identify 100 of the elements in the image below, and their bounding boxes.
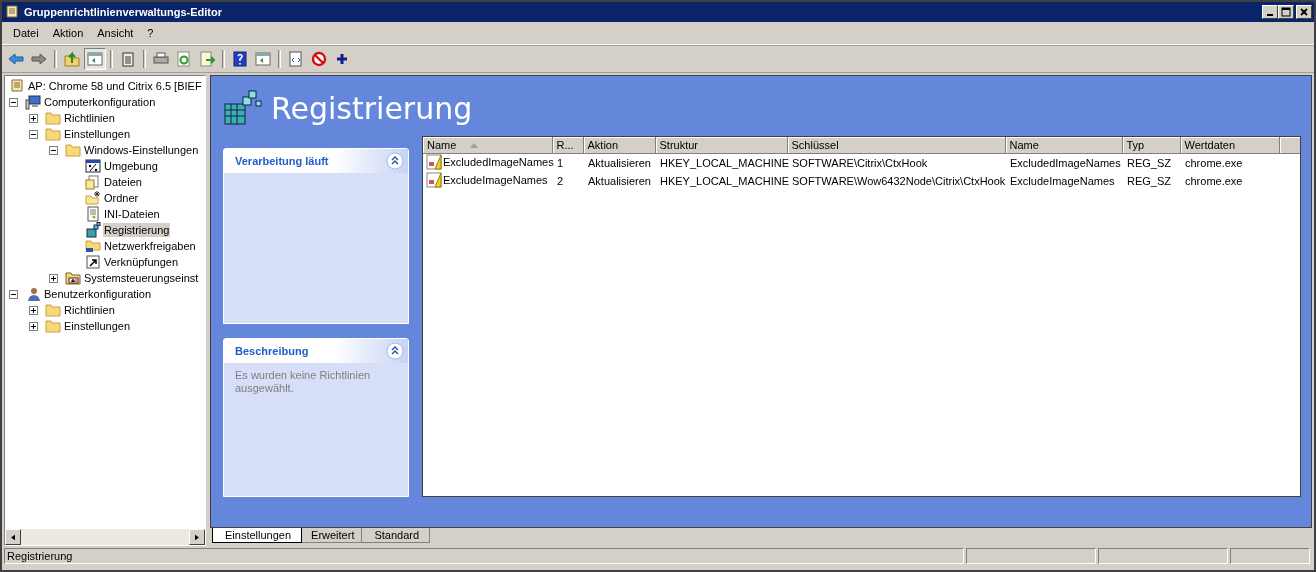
horizontal-scrollbar[interactable] bbox=[5, 529, 205, 545]
description-text: Es wurden keine Richtlinien ausgewählt. bbox=[235, 369, 372, 395]
pane-icon bbox=[87, 51, 103, 67]
status-text: Registrierung bbox=[4, 548, 964, 564]
expand-icon[interactable] bbox=[49, 273, 58, 283]
close-icon bbox=[1299, 7, 1309, 17]
folder-icon bbox=[45, 302, 61, 318]
table-cell: HKEY_LOCAL_MACHINE bbox=[660, 174, 789, 187]
pane-icon bbox=[255, 51, 271, 67]
column-header[interactable]: Typ bbox=[1122, 137, 1180, 153]
cubes-icon bbox=[85, 222, 101, 238]
document-icon bbox=[288, 51, 304, 67]
collapse-icon[interactable] bbox=[386, 342, 404, 360]
menu-item[interactable]: Ansicht bbox=[90, 25, 141, 41]
table-cell: SOFTWARE\Citrix\CtxHook bbox=[792, 156, 928, 169]
tree-item[interactable]: Verknüpfungen bbox=[103, 255, 179, 269]
user-icon bbox=[25, 286, 41, 302]
column-header[interactable]: R... bbox=[552, 137, 583, 153]
table-cell: chrome.exe bbox=[1185, 156, 1243, 169]
collapse-icon[interactable] bbox=[9, 97, 18, 107]
tree-item[interactable]: Benutzerkonfiguration bbox=[43, 287, 152, 301]
plus-icon bbox=[334, 51, 350, 67]
export-icon bbox=[199, 51, 215, 67]
computer-icon bbox=[25, 94, 41, 110]
folder-icon bbox=[45, 318, 61, 334]
page-heading: Registrierung bbox=[271, 90, 473, 126]
column-header[interactable]: Aktion bbox=[583, 137, 655, 153]
minimize-button[interactable] bbox=[1262, 5, 1278, 19]
tree-item[interactable]: Windows-Einstellungen bbox=[83, 143, 200, 157]
card-title: Beschreibung bbox=[235, 345, 309, 357]
percent-icon bbox=[85, 158, 101, 174]
minimize-icon bbox=[1267, 14, 1273, 16]
collapse-icon[interactable] bbox=[29, 129, 38, 139]
expand-icon[interactable] bbox=[29, 305, 38, 315]
tree-item[interactable]: Ordner bbox=[103, 191, 140, 205]
tree-item[interactable]: Richtlinien bbox=[63, 111, 116, 125]
expand-icon[interactable] bbox=[29, 321, 38, 331]
printer-icon bbox=[153, 51, 169, 67]
tree-item[interactable]: AP: Chrome 58 und Citrix 6.5 [BIEF bbox=[27, 79, 203, 93]
folder-icon bbox=[45, 126, 61, 142]
table-cell: SOFTWARE\Wow6432Node\Citrix\CtxHook bbox=[792, 174, 1006, 187]
tree-item[interactable]: Systemsteuerungseinst bbox=[83, 271, 200, 285]
stop-icon bbox=[311, 51, 327, 67]
maximize-icon bbox=[1281, 7, 1291, 17]
tree-item[interactable]: Registrierung bbox=[103, 223, 171, 237]
tree-item[interactable]: Umgebung bbox=[103, 159, 159, 173]
collapse-icon[interactable] bbox=[49, 145, 58, 155]
list-item[interactable]: ExcludedImageNames bbox=[443, 155, 554, 168]
column-header[interactable]: Name bbox=[1005, 137, 1122, 153]
tree-item[interactable]: INI-Dateien bbox=[103, 207, 161, 221]
string-value-icon bbox=[426, 153, 442, 170]
table-cell: ExcludeImageNames bbox=[1010, 174, 1115, 187]
tab[interactable]: Standard bbox=[361, 528, 431, 543]
table-cell: HKEY_LOCAL_MACHINE bbox=[660, 156, 789, 169]
column-header[interactable]: Struktur bbox=[655, 137, 787, 153]
forward-arrow-icon bbox=[31, 51, 47, 67]
card-title: Verarbeitung läuft bbox=[235, 155, 329, 167]
column-header[interactable]: Schlüssel bbox=[787, 137, 1005, 153]
tree-item[interactable]: Dateien bbox=[103, 175, 143, 189]
refresh-icon bbox=[176, 51, 192, 67]
scroll-icon bbox=[9, 78, 25, 94]
maximize-button[interactable] bbox=[1278, 5, 1294, 19]
right-arrow-icon[interactable] bbox=[195, 533, 199, 541]
scroll-icon bbox=[4, 4, 20, 20]
expand-icon[interactable] bbox=[29, 113, 38, 123]
tree-item[interactable]: Einstellungen bbox=[63, 319, 132, 333]
menu-item[interactable]: Aktion bbox=[45, 25, 91, 41]
table-cell: Aktualisieren bbox=[588, 174, 651, 187]
tree-item[interactable]: Einstellungen bbox=[63, 127, 132, 141]
collapse-icon[interactable] bbox=[9, 289, 18, 299]
list-item[interactable]: ExcludeImageNames bbox=[443, 173, 548, 186]
column-header[interactable]: Name bbox=[423, 137, 552, 153]
table-cell: REG_SZ bbox=[1127, 156, 1171, 169]
menu-item[interactable]: Datei bbox=[6, 25, 46, 41]
shortcut-icon bbox=[85, 254, 101, 270]
column-header[interactable]: Wertdaten bbox=[1180, 137, 1279, 153]
folder-icon bbox=[65, 142, 81, 158]
collapse-icon[interactable] bbox=[386, 152, 404, 170]
document-icon bbox=[85, 206, 101, 222]
tab[interactable]: Einstellungen bbox=[212, 528, 303, 543]
sort-arrow-icon bbox=[470, 143, 479, 149]
pane-button[interactable] bbox=[84, 48, 106, 70]
help-icon bbox=[232, 51, 248, 67]
folder-icon bbox=[45, 110, 61, 126]
folder-up-icon bbox=[64, 51, 80, 67]
share-folder-icon bbox=[85, 238, 101, 254]
close-button[interactable] bbox=[1296, 5, 1312, 19]
table-cell: 2 bbox=[557, 174, 564, 187]
left-arrow-icon[interactable] bbox=[11, 533, 15, 541]
clipboard-icon bbox=[120, 51, 136, 67]
table-cell: ExcludedImageNames bbox=[1010, 156, 1121, 169]
tree-item[interactable]: Richtlinien bbox=[63, 303, 116, 317]
table-cell: chrome.exe bbox=[1185, 174, 1243, 187]
string-value-icon bbox=[426, 171, 442, 188]
menu-item[interactable]: ? bbox=[140, 25, 161, 41]
tree-item[interactable]: Netzwerkfreigaben bbox=[103, 239, 197, 253]
folder-icon bbox=[65, 270, 81, 286]
table-cell: REG_SZ bbox=[1127, 174, 1171, 187]
tree-item[interactable]: Computerkonfiguration bbox=[43, 95, 157, 109]
cubes-icon bbox=[223, 88, 263, 128]
